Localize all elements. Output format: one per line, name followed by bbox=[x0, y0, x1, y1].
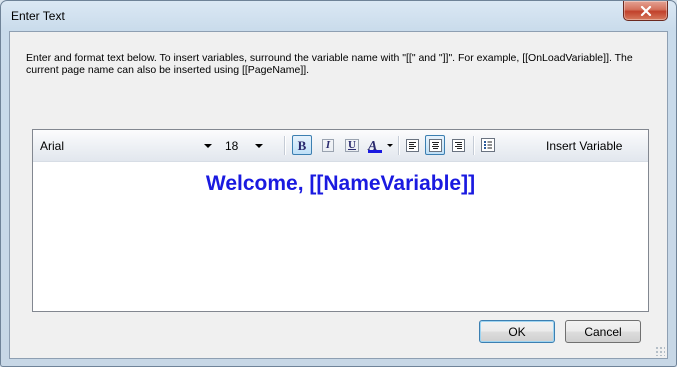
title-bar[interactable]: Enter Text bbox=[1, 1, 676, 31]
cancel-button[interactable]: Cancel bbox=[565, 320, 641, 343]
font-size-dropdown[interactable]: 18 bbox=[225, 139, 275, 153]
italic-icon: I bbox=[321, 138, 335, 152]
font-color-icon: A bbox=[368, 137, 382, 154]
align-left-button[interactable] bbox=[402, 135, 422, 155]
format-toolbar: Arial 18 B I U A Insert Variable bbox=[33, 130, 648, 162]
close-button[interactable] bbox=[623, 1, 668, 21]
bold-button[interactable]: B bbox=[292, 135, 312, 155]
insert-variable-label[interactable]: Insert Variable bbox=[546, 139, 622, 153]
enter-text-dialog: Enter Text Enter and format text below. … bbox=[0, 0, 677, 367]
font-size-value: 18 bbox=[225, 139, 239, 153]
bold-icon: B bbox=[297, 137, 307, 153]
editor-text: Welcome, [[NameVariable]] bbox=[205, 172, 476, 195]
align-right-button[interactable] bbox=[448, 135, 468, 155]
window-title: Enter Text bbox=[11, 9, 65, 23]
align-left-icon bbox=[405, 138, 419, 152]
toolbar-separator bbox=[398, 136, 399, 155]
underline-icon: U bbox=[345, 138, 359, 152]
font-color-button[interactable]: A bbox=[366, 135, 393, 155]
chevron-down-icon bbox=[387, 144, 393, 147]
align-right-icon bbox=[451, 138, 465, 152]
align-center-icon bbox=[428, 138, 442, 152]
chevron-down-icon bbox=[255, 144, 263, 148]
underline-button[interactable]: U bbox=[342, 135, 362, 155]
toolbar-separator bbox=[284, 136, 285, 155]
dialog-body: Enter and format text below. To insert v… bbox=[9, 31, 668, 359]
editor-content-area[interactable]: Welcome, [[NameVariable]] bbox=[33, 161, 648, 311]
list-icon bbox=[481, 138, 495, 152]
italic-button[interactable]: I bbox=[318, 135, 338, 155]
resize-grip[interactable] bbox=[655, 346, 665, 356]
font-family-value: Arial bbox=[40, 139, 65, 153]
chevron-down-icon bbox=[204, 144, 212, 148]
toolbar-separator bbox=[473, 136, 474, 155]
align-center-button[interactable] bbox=[425, 135, 445, 155]
ok-button[interactable]: OK bbox=[479, 320, 555, 343]
close-icon bbox=[640, 5, 651, 16]
instructions-text: Enter and format text below. To insert v… bbox=[26, 52, 633, 76]
rich-text-editor: Arial 18 B I U A Insert Variable Welcome… bbox=[32, 129, 649, 312]
font-family-dropdown[interactable]: Arial bbox=[39, 139, 219, 153]
